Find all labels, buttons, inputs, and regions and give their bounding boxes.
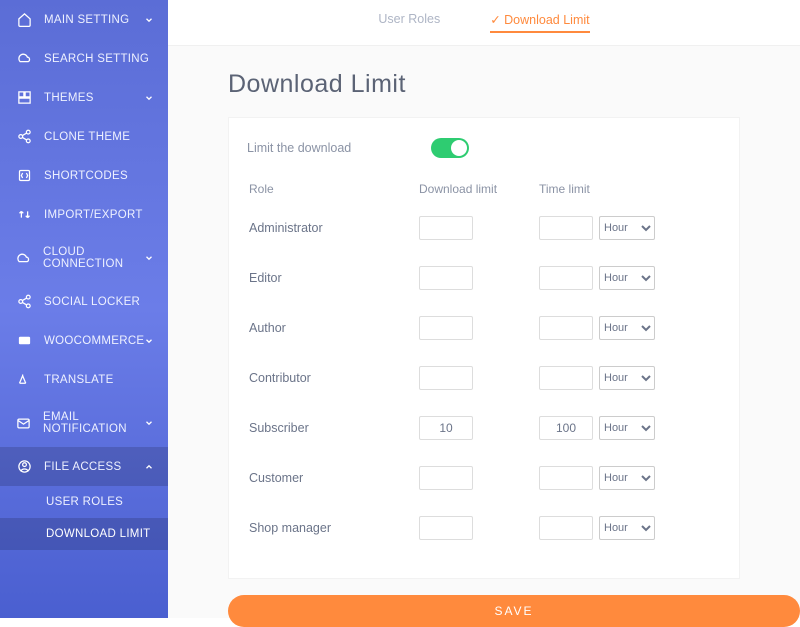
transfer-icon [16,207,32,222]
mail-icon [16,416,31,431]
download-limit-input[interactable] [419,516,473,540]
settings-card: Limit the download Role Download limit T… [228,117,740,579]
time-unit-select[interactable]: Hour [599,366,655,390]
page-title: Download Limit [228,70,800,99]
download-limit-input[interactable] [419,316,473,340]
role-label: Editor [249,271,419,285]
download-limit-input[interactable] [419,216,473,240]
time-unit-select[interactable]: Hour [599,466,655,490]
role-label: Contributor [249,371,419,385]
time-unit-select[interactable]: Hour [599,316,655,340]
role-label: Author [249,321,419,335]
time-limit-input[interactable] [539,216,593,240]
download-limit-input[interactable] [419,416,473,440]
download-limit-input[interactable] [419,366,473,390]
home-icon [16,12,32,27]
sidebar-item-label: TRANSLATE [44,374,114,386]
time-unit-select[interactable]: Hour [599,216,655,240]
time-unit-select[interactable]: Hour [599,266,655,290]
time-limit-input[interactable] [539,366,593,390]
sidebar-item-themes[interactable]: THEMES [0,78,168,117]
brackets-icon [16,168,32,183]
sidebar-item-label: SOCIAL LOCKER [44,296,140,308]
sidebar-item-import-export[interactable]: IMPORT/EXPORT [0,195,168,234]
share-icon [16,294,32,309]
sidebar-item-cloud-connection[interactable]: CLOUD CONNECTION [0,234,168,282]
table-row: Editor Hour [247,260,721,296]
sidebar: MAIN SETTING SEARCH SETTING THEMES CLONE… [0,0,168,618]
sidebar-item-label: CLONE THEME [44,131,130,143]
tab-user-roles[interactable]: User Roles [378,12,440,33]
toggle-label: Limit the download [247,141,351,155]
sidebar-item-main-setting[interactable]: MAIN SETTING [0,0,168,39]
col-header-download-limit: Download limit [419,182,539,196]
table-row: Contributor Hour [247,360,721,396]
role-label: Shop manager [249,521,419,535]
role-label: Customer [249,471,419,485]
sidebar-item-label: WOOCOMMERCE [44,335,144,347]
sidebar-item-translate[interactable]: TRANSLATE [0,360,168,399]
download-limit-input[interactable] [419,466,473,490]
time-limit-input[interactable] [539,466,593,490]
sidebar-item-label: SHORTCODES [44,170,128,182]
col-header-role: Role [249,182,419,196]
tab-bar: User Roles Download Limit [168,0,800,46]
chevron-down-icon [144,253,154,263]
time-limit-input[interactable] [539,516,593,540]
cloud-icon [16,51,32,66]
sidebar-item-social-locker[interactable]: SOCIAL LOCKER [0,282,168,321]
download-limit-input[interactable] [419,266,473,290]
sidebar-item-label: THEMES [44,92,94,104]
share-icon [16,129,32,144]
sidebar-sub-label: USER ROLES [46,496,123,508]
sidebar-item-clone-theme[interactable]: CLONE THEME [0,117,168,156]
col-header-time-limit: Time limit [539,182,719,196]
chevron-down-icon [144,336,154,346]
sidebar-item-shortcodes[interactable]: SHORTCODES [0,156,168,195]
grid-icon [16,90,32,105]
sidebar-item-label: EMAIL NOTIFICATION [43,411,152,435]
table-row: Author Hour [247,310,721,346]
sidebar-item-search-setting[interactable]: SEARCH SETTING [0,39,168,78]
sidebar-item-label: CLOUD CONNECTION [43,246,152,270]
chevron-down-icon [144,93,154,103]
sidebar-item-email-notification[interactable]: EMAIL NOTIFICATION [0,399,168,447]
cloud-icon [16,251,31,266]
user-icon [16,459,32,474]
sidebar-sub-download-limit[interactable]: DOWNLOAD LIMIT [0,518,168,550]
table-row: Shop manager Hour [247,510,721,546]
main-panel: User Roles Download Limit Download Limit… [168,0,800,618]
limit-toggle[interactable] [431,138,469,158]
table-row: Subscriber Hour [247,410,721,446]
time-limit-input[interactable] [539,416,593,440]
tab-download-limit[interactable]: Download Limit [490,12,589,33]
time-unit-select[interactable]: Hour [599,516,655,540]
table-row: Customer Hour [247,460,721,496]
chevron-down-icon [144,15,154,25]
sidebar-sub-label: DOWNLOAD LIMIT [46,528,151,540]
time-limit-input[interactable] [539,316,593,340]
sidebar-item-label: FILE ACCESS [44,461,121,473]
sidebar-item-label: IMPORT/EXPORT [44,209,143,221]
woo-icon [16,333,32,348]
time-unit-select[interactable]: Hour [599,416,655,440]
sidebar-item-label: MAIN SETTING [44,14,129,26]
table-header-row: Role Download limit Time limit [247,176,721,210]
table-row: Administrator Hour [247,210,721,246]
chevron-up-icon [144,462,154,472]
sidebar-sub-user-roles[interactable]: USER ROLES [0,486,168,518]
role-label: Administrator [249,221,419,235]
sidebar-item-file-access[interactable]: FILE ACCESS [0,447,168,486]
chevron-down-icon [144,418,154,428]
save-button[interactable]: SAVE [228,595,800,627]
role-label: Subscriber [249,421,419,435]
sidebar-item-woocommerce[interactable]: WOOCOMMERCE [0,321,168,360]
sidebar-item-label: SEARCH SETTING [44,53,149,65]
translate-icon [16,372,32,387]
time-limit-input[interactable] [539,266,593,290]
